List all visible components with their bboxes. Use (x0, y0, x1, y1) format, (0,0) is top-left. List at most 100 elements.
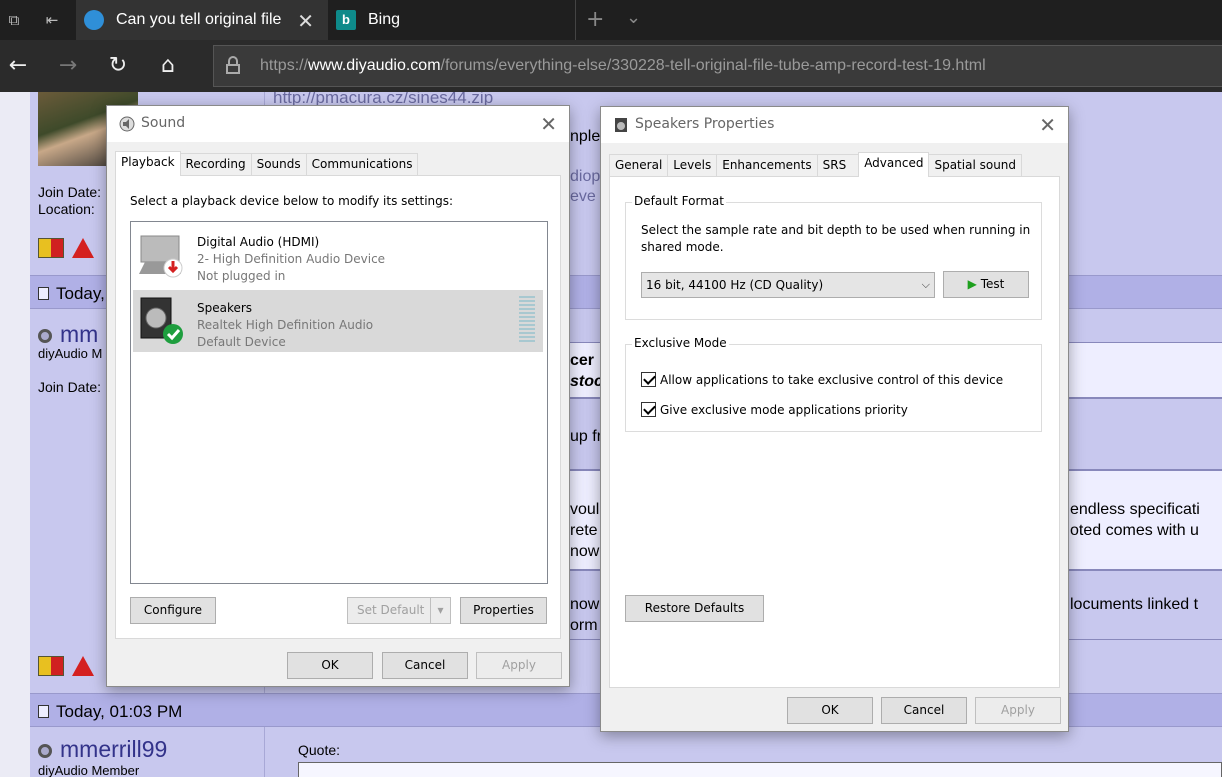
dialog-title: Speakers Properties (635, 116, 775, 132)
speakers-dialog-body: General Levels Enhancements SRS Advanced… (601, 143, 1068, 731)
status-dot-icon (38, 743, 52, 758)
sound-title-bar[interactable]: Sound ✕ (107, 106, 569, 142)
playback-panel: Select a playback device below to modify… (115, 175, 561, 639)
flag-icon[interactable] (38, 238, 64, 258)
browser-toolbar: ← → ↻ ⌂ https://www.diyaudio.com/forums/… (0, 40, 1222, 92)
text-fragment: voul (570, 501, 600, 518)
post-username[interactable]: mm (38, 321, 98, 348)
speaker-device-icon (615, 118, 627, 132)
tab-list-chevron-icon[interactable]: ⌄ (626, 7, 641, 28)
tab-recording[interactable]: Recording (179, 153, 252, 175)
tab-advanced[interactable]: Advanced (858, 152, 930, 177)
monitor-icon (139, 235, 183, 278)
device-driver: 2- High Definition Audio Device (197, 252, 386, 266)
tab-title: Bing (368, 11, 401, 28)
tab-srs[interactable]: SRS (816, 154, 860, 176)
text-fragment: rete (570, 522, 598, 539)
close-icon[interactable]: ✕ (540, 112, 557, 136)
text-fragment: diop (570, 168, 601, 185)
forward-arrow-icon[interactable]: → (54, 52, 82, 80)
warning-icon[interactable] (72, 238, 94, 258)
text-fragment: up fr (570, 428, 603, 445)
bing-favicon-icon: b (336, 10, 356, 30)
exclusive-mode-group: Exclusive Mode Allow applications to tak… (625, 336, 1042, 432)
url-text[interactable]: https://www.diyaudio.com/forums/everythi… (260, 57, 986, 75)
tab-title: Can you tell original file (116, 11, 282, 28)
set-default-button[interactable]: Set Default ▾ (347, 597, 451, 624)
device-status: Default Device (197, 335, 286, 349)
post-icons-2 (38, 656, 94, 676)
text-fragment: oted comes with u (1070, 522, 1199, 539)
speakers-title-bar[interactable]: Speakers Properties ✕ (601, 107, 1068, 143)
text-fragment: now (570, 596, 600, 613)
sound-dialog: Sound ✕ Playback Recording Sounds Commun… (106, 105, 570, 687)
browser-tab-bing[interactable]: b Bing (328, 0, 576, 40)
close-icon[interactable]: ✕ (1039, 113, 1056, 137)
cancel-button[interactable]: Cancel (881, 697, 967, 724)
sound-dialog-body: Playback Recording Sounds Communications… (107, 142, 569, 686)
properties-button[interactable]: Properties (460, 597, 547, 624)
format-description: shared mode. (641, 240, 724, 254)
lock-icon (226, 56, 240, 74)
diyaudio-favicon-icon (84, 10, 104, 30)
instruction-text: Select a playback device below to modify… (130, 194, 454, 208)
address-bar[interactable]: https://www.diyaudio.com/forums/everythi… (213, 45, 1222, 87)
tab-general[interactable]: General (609, 154, 669, 176)
configure-button[interactable]: Configure (130, 597, 216, 624)
device-list[interactable]: Digital Audio (HDMI) 2- High Definition … (130, 221, 548, 584)
refresh-icon[interactable]: ↻ (104, 52, 132, 80)
device-status: Not plugged in (197, 269, 286, 283)
post-doc-icon (38, 705, 49, 718)
checkbox-check-icon[interactable] (641, 372, 656, 387)
chevron-down-icon: ⌵ (921, 278, 930, 291)
apply-button[interactable]: Apply (975, 697, 1061, 724)
quote-label: Quote: (298, 742, 341, 758)
tab-playback[interactable]: Playback (115, 151, 181, 176)
default-format-group: Default Format Select the sample rate an… (625, 194, 1042, 320)
tab-switcher-icon[interactable]: ⧉ (4, 10, 24, 30)
test-button[interactable]: ▶ Test (943, 271, 1029, 298)
play-icon: ▶ (967, 277, 977, 291)
volume-meter (519, 296, 535, 344)
exclusive-priority-checkbox[interactable]: Give exclusive mode applications priorit… (641, 402, 908, 417)
group-legend: Default Format (632, 194, 726, 208)
tab-sounds[interactable]: Sounds (250, 153, 307, 175)
new-tab-icon[interactable]: + (586, 7, 604, 32)
cancel-button[interactable]: Cancel (382, 652, 468, 679)
speakers-tabstrip: General Levels Enhancements SRS Advanced… (609, 152, 1023, 177)
device-hdmi[interactable]: Digital Audio (HDMI) 2- High Definition … (133, 224, 543, 286)
post-username-2[interactable]: mmerrill99 (38, 736, 167, 763)
dropdown-arrow-icon[interactable]: ▾ (430, 598, 450, 623)
device-speakers[interactable]: Speakers Realtek High Definition Audio D… (133, 290, 543, 352)
tab-levels[interactable]: Levels (667, 154, 718, 176)
restore-defaults-button[interactable]: Restore Defaults (625, 595, 764, 622)
warning-icon[interactable] (72, 656, 94, 676)
post-icons (38, 238, 94, 258)
close-tab-icon[interactable]: ✕ (297, 9, 314, 34)
home-icon[interactable]: ⌂ (154, 52, 182, 80)
device-name: Speakers (197, 301, 253, 315)
speaker-icon (119, 116, 135, 132)
tab-communications[interactable]: Communications (305, 153, 419, 175)
ok-button[interactable]: OK (787, 697, 873, 724)
text-fragment: stoc (570, 373, 603, 390)
flag-icon[interactable] (38, 656, 64, 676)
set-aside-icon[interactable]: ⇤ (42, 10, 62, 30)
apply-button[interactable]: Apply (476, 652, 562, 679)
post-doc-icon (38, 287, 49, 300)
ok-button[interactable]: OK (287, 652, 373, 679)
format-select[interactable]: 16 bit, 44100 Hz (CD Quality) ⌵ (641, 272, 935, 298)
exclusive-control-checkbox[interactable]: Allow applications to take exclusive con… (641, 372, 1003, 387)
member-title: diyAudio M (38, 346, 103, 361)
tab-spatial-sound[interactable]: Spatial sound (928, 154, 1023, 176)
checkbox-check-icon[interactable] (641, 402, 656, 417)
speakers-properties-dialog: Speakers Properties ✕ General Levels Enh… (600, 106, 1069, 732)
tab-enhancements[interactable]: Enhancements (716, 154, 818, 176)
text-fragment: locuments linked t (1070, 596, 1199, 613)
browser-tab-active[interactable]: Can you tell original file ✕ (76, 0, 328, 40)
text-fragment: orm (570, 617, 598, 634)
text-fragment: endless specificati (1070, 501, 1200, 518)
text-fragment: nple (570, 128, 601, 145)
sound-tabstrip: Playback Recording Sounds Communications (115, 151, 419, 176)
back-arrow-icon[interactable]: ← (4, 52, 32, 80)
